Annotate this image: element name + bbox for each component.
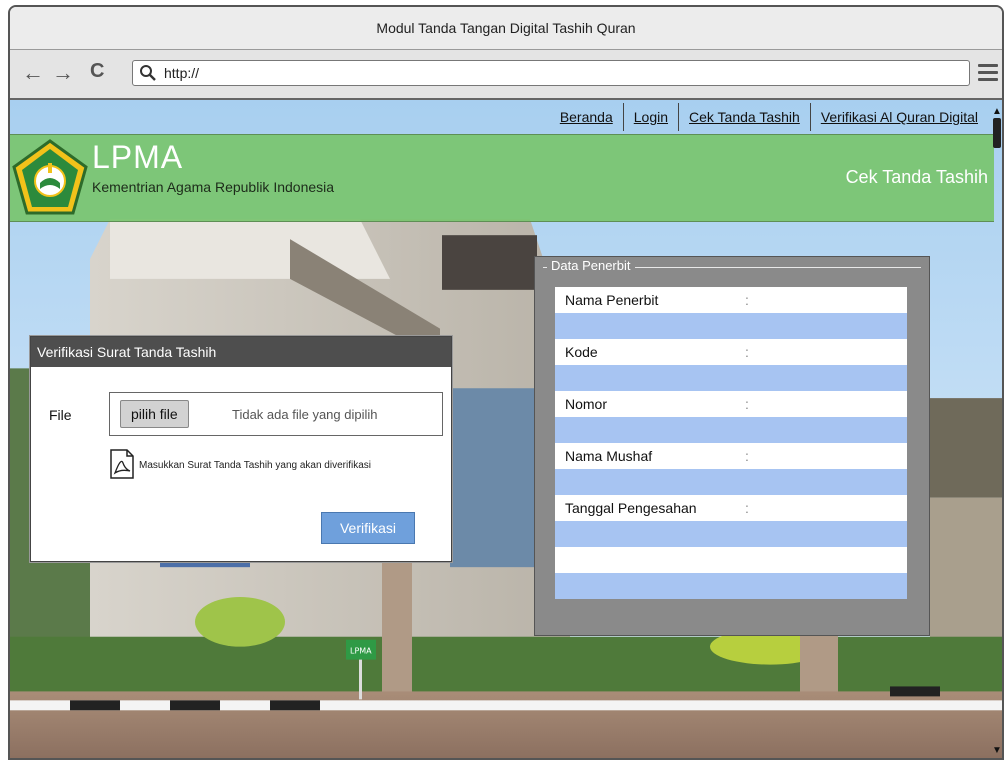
choose-file-button[interactable]: pilih file: [120, 400, 189, 428]
verifikasi-panel: Verifikasi Surat Tanda Tashih File pilih…: [30, 336, 452, 562]
brand-name: LPMA: [92, 139, 184, 175]
file-label: File: [49, 407, 72, 423]
field-label: Tanggal Pengesahan: [565, 500, 697, 516]
nav-login[interactable]: Login: [622, 103, 678, 131]
field-label: Nomor: [565, 396, 608, 412]
table-row: Nama Mushaf:: [555, 443, 907, 469]
table-row: Nama Penerbit:: [555, 287, 907, 313]
forward-arrow-icon[interactable]: →: [52, 60, 74, 86]
vertical-scrollbar[interactable]: ▲ ▼: [992, 100, 1002, 758]
no-file-text: Tidak ada file yang dipilih: [232, 407, 378, 422]
lpma-sign-text: LPMA: [350, 647, 372, 656]
search-icon: [140, 65, 156, 81]
reload-icon[interactable]: C: [90, 60, 104, 83]
scroll-up-icon[interactable]: ▲: [992, 106, 1002, 117]
page-title: Cek Tanda Tashih: [845, 167, 988, 187]
table-row: [555, 417, 907, 443]
upload-hint: Masukkan Surat Tanda Tashih yang akan di…: [139, 460, 371, 471]
menu-icon[interactable]: [978, 64, 998, 85]
table-row: [555, 313, 907, 339]
nav-beranda[interactable]: Beranda: [550, 103, 623, 131]
table-row: [555, 547, 907, 573]
verifikasi-button[interactable]: Verifikasi: [321, 512, 415, 544]
field-colon: :: [745, 448, 749, 464]
top-navigation: Beranda Login Cek Tanda Tashih Verifikas…: [10, 100, 988, 134]
field-label: Kode: [565, 344, 598, 360]
browser-toolbar: ← → C: [10, 50, 1002, 100]
table-row: [555, 521, 907, 547]
table-row: [555, 469, 907, 495]
url-input[interactable]: [162, 64, 946, 82]
table-row: Tanggal Pengesahan:: [555, 495, 907, 521]
table-row: Nomor:: [555, 391, 907, 417]
site-header: LPMA Kementrian Agama Republik Indonesia…: [10, 134, 994, 222]
kemenag-emblem-icon: [12, 139, 88, 215]
table-row: Kode:: [555, 339, 907, 365]
field-label: Nama Penerbit: [565, 292, 659, 308]
field-colon: :: [745, 396, 749, 412]
page-viewport: LPMA Beranda Login Cek Tanda Tashih Veri…: [10, 100, 1002, 758]
verifikasi-panel-title: Verifikasi Surat Tanda Tashih: [31, 337, 451, 367]
file-input[interactable]: pilih file Tidak ada file yang dipilih: [109, 392, 443, 436]
window-title: Modul Tanda Tangan Digital Tashih Quran: [10, 7, 1002, 50]
table-row: [555, 573, 907, 599]
browser-window: Modul Tanda Tangan Digital Tashih Quran …: [8, 5, 1004, 760]
brand-subtitle: Kementrian Agama Republik Indonesia: [92, 179, 335, 195]
data-penerbit-legend: Data Penerbit: [547, 258, 635, 273]
nav-cek-tanda-tashih[interactable]: Cek Tanda Tashih: [678, 103, 810, 131]
data-penerbit-panel: Data Penerbit Nama Penerbit: Kode: Nomor…: [534, 256, 930, 636]
scrollbar-thumb[interactable]: [993, 118, 1001, 148]
back-arrow-icon[interactable]: ←: [22, 60, 44, 86]
field-colon: :: [745, 500, 749, 516]
field-colon: :: [745, 292, 749, 308]
address-bar[interactable]: [132, 60, 970, 86]
field-colon: :: [745, 344, 749, 360]
pdf-icon: [110, 449, 134, 479]
penerbit-table: Nama Penerbit: Kode: Nomor: Nama Mushaf:…: [555, 287, 907, 599]
nav-verifikasi-al-quran-digital[interactable]: Verifikasi Al Quran Digital: [809, 103, 988, 131]
field-label: Nama Mushaf: [565, 448, 653, 464]
scroll-down-icon[interactable]: ▼: [992, 745, 1002, 756]
table-row: [555, 365, 907, 391]
